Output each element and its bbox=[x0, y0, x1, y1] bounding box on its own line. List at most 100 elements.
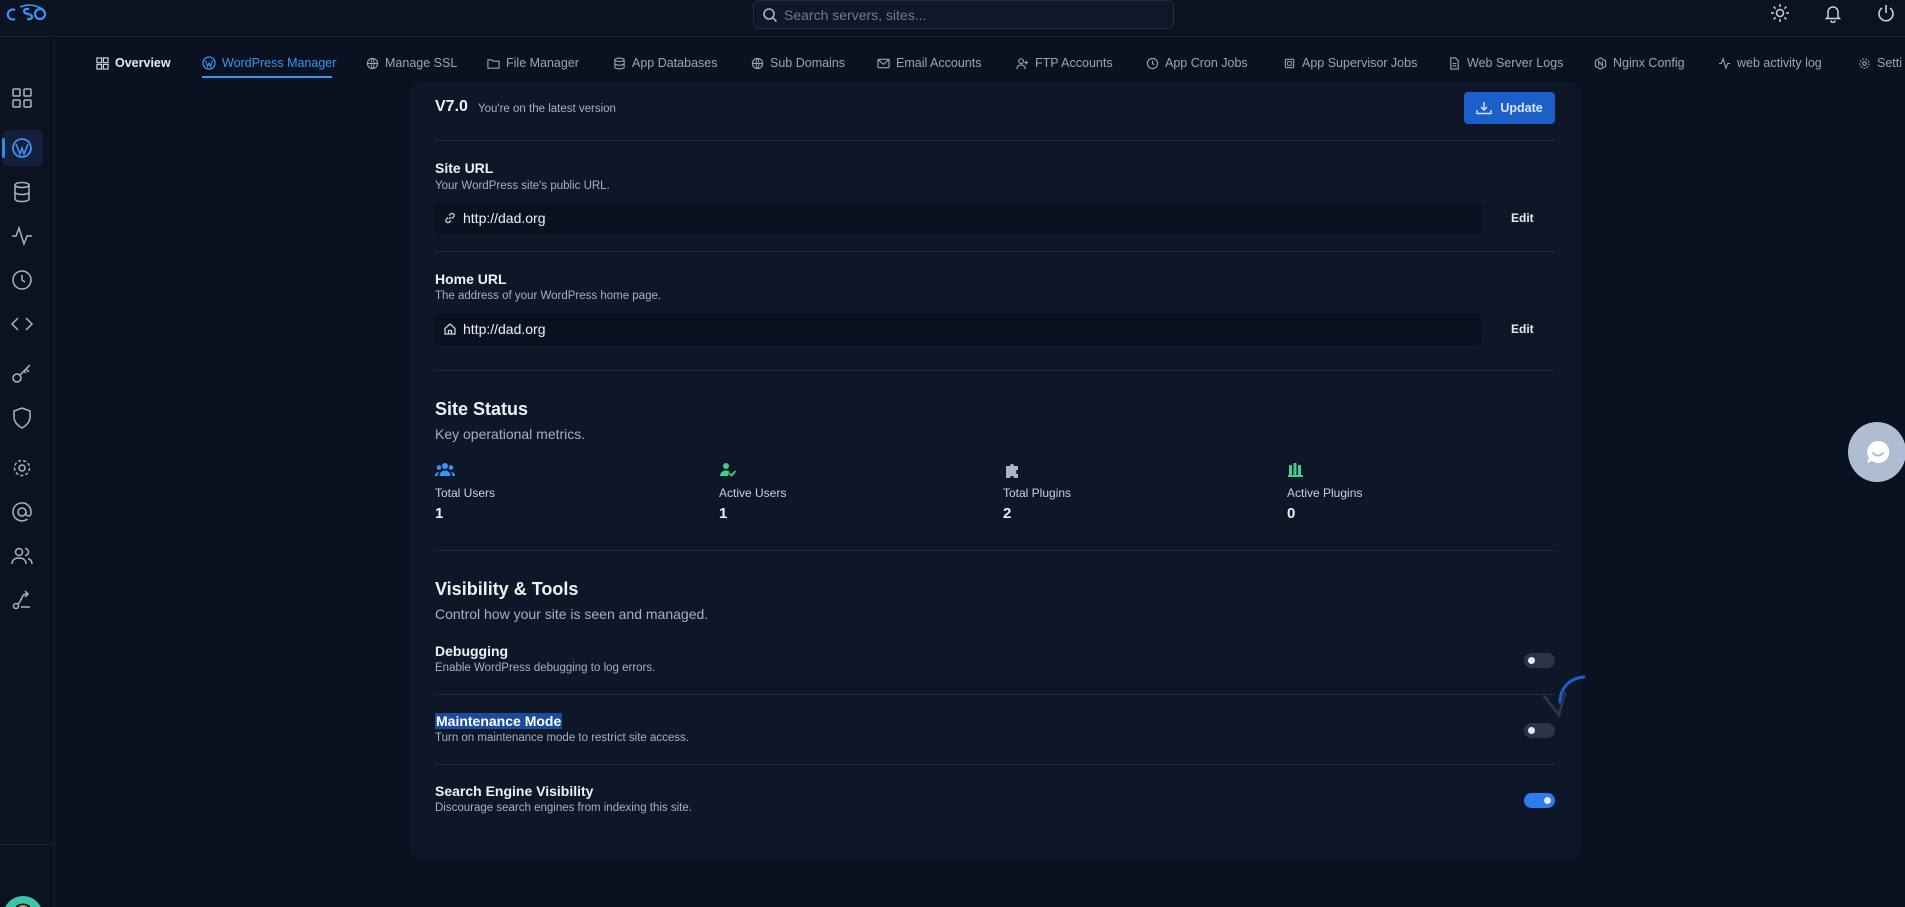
tab-label: Sub Domains bbox=[770, 56, 846, 70]
globe-lock-icon bbox=[366, 57, 379, 69]
metric-label-total-users: Total Users bbox=[435, 486, 496, 500]
clock-icon bbox=[1146, 57, 1159, 69]
visibility-tools-title: Visibility & Tools bbox=[435, 579, 579, 599]
tab-app-supervisor-jobs[interactable]: App Supervisor Jobs bbox=[1283, 53, 1417, 73]
app-logo-icon[interactable] bbox=[5, 3, 49, 25]
search-visibility-title: Search Engine Visibility bbox=[435, 783, 594, 799]
nginx-hexagon-icon bbox=[1594, 56, 1607, 70]
tab-label: App Cron Jobs bbox=[1165, 56, 1248, 70]
update-label: Update bbox=[1500, 101, 1543, 115]
debugging-toggle[interactable] bbox=[1524, 653, 1555, 668]
tab-wordpress-manager[interactable]: WordPress Manager bbox=[202, 53, 336, 73]
theme-toggle-icon[interactable] bbox=[1770, 3, 1790, 23]
tab-ftp-accounts[interactable]: FTP Accounts bbox=[1016, 53, 1113, 73]
settings-gear-icon[interactable] bbox=[10, 456, 34, 480]
wordpress-icon bbox=[202, 56, 216, 70]
users-group-icon bbox=[435, 463, 455, 476]
toggle-knob bbox=[1544, 797, 1551, 804]
tab-manage-ssl[interactable]: Manage SSL bbox=[366, 53, 457, 73]
tab-label: WordPress Manager bbox=[222, 56, 337, 70]
metric-value-active-plugins: 0 bbox=[1287, 505, 1296, 522]
section-divider bbox=[435, 764, 1555, 765]
site-url-edit-button[interactable]: Edit bbox=[1511, 211, 1534, 225]
section-divider bbox=[435, 550, 1555, 551]
debugging-desc: Enable WordPress debugging to log errors… bbox=[435, 662, 656, 674]
shield-icon[interactable] bbox=[10, 406, 34, 430]
home-icon bbox=[444, 323, 456, 335]
tab-label: Nginx Config bbox=[1613, 56, 1685, 70]
users-icon[interactable] bbox=[10, 544, 34, 568]
metric-value-active-users: 1 bbox=[719, 505, 728, 522]
debugging-title: Debugging bbox=[435, 643, 509, 659]
version-number: V7.0 bbox=[435, 98, 468, 115]
dashboard-grid-icon[interactable] bbox=[10, 86, 34, 110]
user-check-icon bbox=[720, 463, 737, 477]
tab-label: App Databases bbox=[632, 56, 718, 70]
wordpress-icon[interactable] bbox=[10, 136, 34, 160]
database-icon[interactable] bbox=[10, 180, 34, 204]
tab-web-server-logs[interactable]: Web Server Logs bbox=[1448, 53, 1563, 73]
search-visibility-desc: Discourage search engines from indexing … bbox=[435, 802, 692, 814]
tab-app-cron-jobs[interactable]: App Cron Jobs bbox=[1146, 53, 1248, 73]
tab-label: Manage SSL bbox=[385, 56, 458, 70]
home-url-field[interactable]: http://dad.org bbox=[435, 314, 1482, 345]
update-button[interactable]: Update bbox=[1464, 92, 1555, 124]
home-url-title: Home URL bbox=[435, 271, 507, 287]
maintenance-mode-desc: Turn on maintenance mode to restrict sit… bbox=[435, 732, 689, 744]
tab-sub-domains[interactable]: Sub Domains bbox=[751, 53, 845, 73]
clock-icon[interactable] bbox=[10, 268, 34, 292]
at-sign-icon[interactable] bbox=[10, 500, 34, 524]
site-url-desc: Your WordPress site's public URL. bbox=[435, 180, 610, 192]
power-icon[interactable] bbox=[1876, 3, 1896, 23]
tab-overview[interactable]: Overview bbox=[96, 53, 171, 73]
sidebar-active-indicator bbox=[2, 138, 5, 158]
tab-web-activity-log[interactable]: web activity log bbox=[1718, 53, 1822, 73]
search-input[interactable] bbox=[784, 4, 1164, 26]
search-bar[interactable] bbox=[753, 0, 1174, 29]
route-icon[interactable] bbox=[10, 588, 34, 612]
sidebar-divider bbox=[0, 844, 55, 845]
section-divider bbox=[435, 694, 1555, 695]
tab-label: Web Server Logs bbox=[1467, 56, 1564, 70]
top-bar bbox=[0, 0, 1905, 37]
site-url-field[interactable]: http://dad.org bbox=[435, 203, 1482, 234]
cloud-download-icon bbox=[1476, 102, 1493, 115]
tab-nginx-config[interactable]: Nginx Config bbox=[1594, 53, 1685, 73]
code-icon[interactable] bbox=[10, 312, 34, 336]
site-url-title: Site URL bbox=[435, 160, 494, 176]
activity-icon bbox=[1718, 56, 1731, 70]
tab-app-databases[interactable]: App Databases bbox=[613, 53, 717, 73]
search-visibility-toggle[interactable] bbox=[1524, 793, 1555, 808]
section-divider bbox=[435, 140, 1555, 141]
tab-label: Setti bbox=[1877, 56, 1903, 70]
key-icon[interactable] bbox=[10, 362, 34, 386]
metric-label-total-plugins: Total Plugins bbox=[1003, 486, 1072, 500]
tab-label: App Supervisor Jobs bbox=[1302, 56, 1418, 70]
chat-widget-button[interactable] bbox=[1848, 422, 1905, 482]
active-tab-underline bbox=[202, 76, 332, 78]
site-status-desc: Key operational metrics. bbox=[435, 426, 586, 442]
tab-file-manager[interactable]: File Manager bbox=[487, 53, 579, 73]
maintenance-mode-title: Maintenance Mode bbox=[435, 713, 563, 729]
home-url-edit-button[interactable]: Edit bbox=[1511, 322, 1534, 336]
metric-value-total-plugins: 2 bbox=[1003, 505, 1012, 522]
avatar[interactable] bbox=[3, 896, 43, 907]
search-icon bbox=[763, 8, 778, 23]
toggle-knob bbox=[1528, 727, 1535, 734]
grid-icon bbox=[96, 56, 109, 70]
tab-label: FTP Accounts bbox=[1035, 56, 1113, 70]
activity-pulse-icon[interactable] bbox=[10, 224, 34, 248]
sidebar bbox=[0, 38, 55, 907]
notification-bell-icon[interactable] bbox=[1823, 3, 1843, 23]
tab-settings[interactable]: Setti bbox=[1858, 53, 1902, 73]
maintenance-mode-toggle[interactable] bbox=[1524, 723, 1555, 738]
tab-bar: Overview WordPress Manager Manage SSL Fi… bbox=[56, 45, 1905, 79]
toggle-knob bbox=[1528, 657, 1535, 664]
curved-arrow-pointer-icon bbox=[1542, 675, 1586, 719]
tab-email-accounts[interactable]: Email Accounts bbox=[877, 53, 981, 73]
tab-label: File Manager bbox=[506, 56, 579, 70]
user-plus-icon bbox=[1016, 57, 1029, 69]
mail-icon bbox=[877, 58, 890, 68]
tab-label: Email Accounts bbox=[896, 56, 982, 70]
section-divider bbox=[435, 251, 1555, 252]
